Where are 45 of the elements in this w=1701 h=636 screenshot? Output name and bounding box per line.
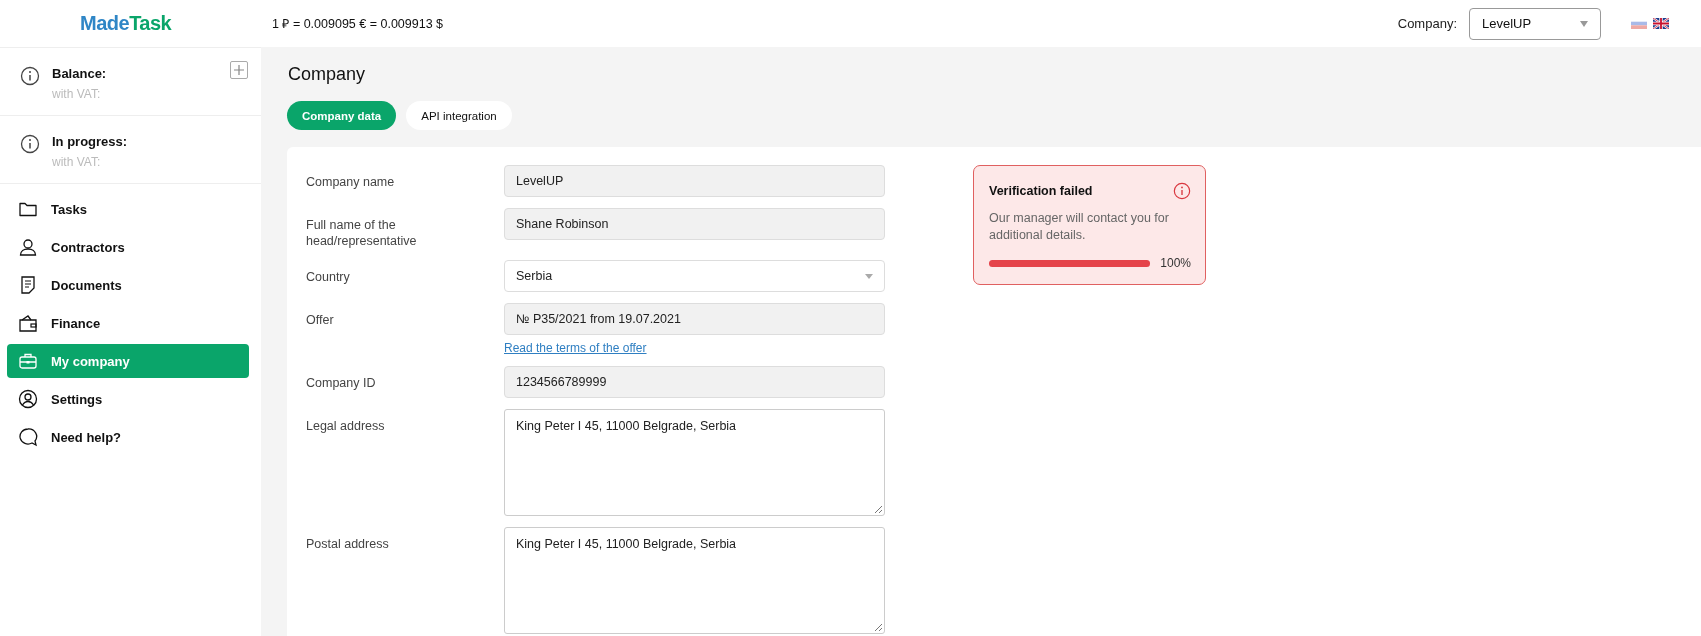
caret-icon xyxy=(1580,20,1588,27)
info-icon xyxy=(20,66,40,86)
progress-percent: 100% xyxy=(1160,256,1191,270)
vat-label: with VAT: xyxy=(52,155,102,169)
plus-icon xyxy=(234,65,244,75)
field-label: Company name xyxy=(306,174,396,191)
nav-item[interactable]: Settings xyxy=(7,382,249,416)
logo[interactable]: MadeTask xyxy=(80,12,272,35)
caret-icon xyxy=(865,273,873,279)
wallet-icon xyxy=(18,313,38,333)
union-jack-flag-icon[interactable] xyxy=(1653,18,1669,29)
exchange-rate: 1 ₽ = 0.009095 € = 0.009913 $ xyxy=(272,16,445,32)
company-select[interactable]: LevelUP xyxy=(1469,7,1601,40)
nav-item[interactable]: Finance xyxy=(7,306,249,340)
document-icon xyxy=(18,275,38,295)
field-label: Legal address xyxy=(306,418,386,435)
text-area[interactable]: King Peter I 45, 11000 Belgrade, Serbia xyxy=(504,527,885,634)
verification-message: Our manager will contact you for additional details. xyxy=(989,210,1170,244)
balance-label: In progress: xyxy=(52,134,128,149)
info-icon xyxy=(1173,182,1191,200)
nav-item[interactable]: Need help? xyxy=(7,420,249,454)
country-select[interactable]: Serbia xyxy=(504,260,885,292)
field-label: Full name of the head/representative xyxy=(306,217,418,249)
user-circle-icon xyxy=(18,389,38,409)
resize-grip-icon[interactable] xyxy=(874,505,882,513)
briefcase-icon xyxy=(18,351,38,371)
field-label: Offer xyxy=(306,312,335,329)
nav-item[interactable]: Contractors xyxy=(7,230,249,264)
chat-bubble-icon xyxy=(18,427,38,447)
nav-item[interactable]: Tasks xyxy=(7,192,249,226)
field-label: Company ID xyxy=(306,375,377,392)
field-label: Country xyxy=(306,269,351,286)
verification-title: Verification failed xyxy=(989,184,1093,198)
tab[interactable]: API integration xyxy=(406,101,512,130)
balance-label: Balance: xyxy=(52,66,107,81)
resize-grip-icon[interactable] xyxy=(874,623,882,631)
page-title: Company xyxy=(288,64,367,85)
add-button[interactable] xyxy=(230,61,248,79)
info-icon xyxy=(20,134,40,154)
person-icon xyxy=(18,237,38,257)
company-label: Company: xyxy=(1397,16,1457,31)
nav-item[interactable]: Documents xyxy=(7,268,249,302)
vat-label: with VAT: xyxy=(52,87,102,101)
text-area[interactable]: King Peter I 45, 11000 Belgrade, Serbia xyxy=(504,409,885,516)
field-label: Postal address xyxy=(306,536,390,553)
